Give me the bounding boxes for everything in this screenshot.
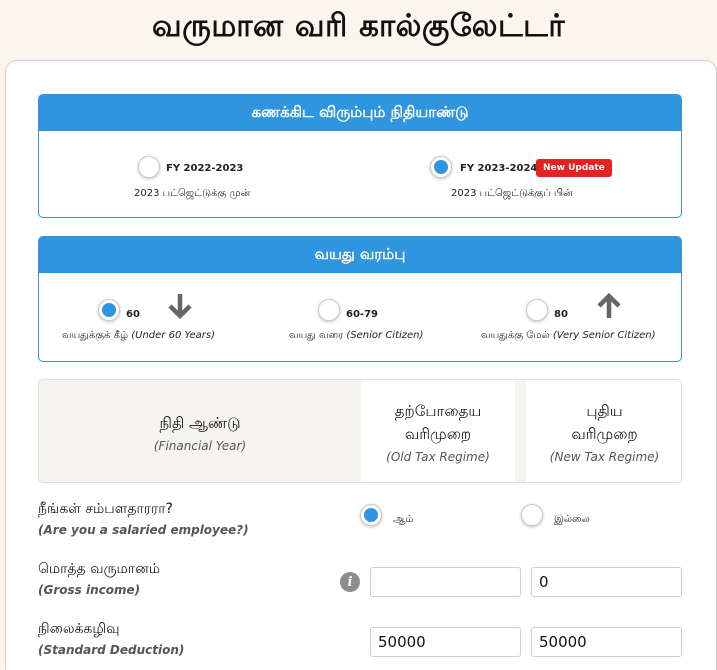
salaried-no-label: இல்லை <box>554 514 590 525</box>
page-title: வருமான வரி கால்குலேட்டர் <box>151 8 566 44</box>
old-regime-title-line1: தற்போதைய <box>394 402 482 420</box>
old-regime-title-line2: வரிமுறை <box>404 425 472 443</box>
age-under-60-sub: வயதுக்குக் கீழ் (Under 60 Years) <box>62 330 216 341</box>
new-regime-column: புதிய வரிமுறை (New Tax Regime) <box>526 380 681 482</box>
age-80-radio[interactable] <box>526 299 548 321</box>
age-under-60-label: 60 <box>126 309 140 320</box>
salaried-yes-radio[interactable] <box>360 504 382 526</box>
standard-deduction-label: நிலைக்கழிவு (Standard Deduction) <box>38 621 185 657</box>
financial-year-subtitle: (Financial Year) <box>153 438 247 453</box>
arrow-down-icon <box>168 294 192 320</box>
standard-deduction-new-input[interactable]: 50000 <box>531 627 682 657</box>
fy-2022-label: FY 2022-2023 <box>166 163 244 174</box>
old-regime-subtitle: (Old Tax Regime) <box>386 450 490 464</box>
age-80-label: 80 <box>554 309 568 320</box>
gross-income-old-input[interactable] <box>370 567 521 597</box>
financial-year-column: நிதி ஆண்டு (Financial Year) <box>39 380 361 482</box>
new-regime-title-line1: புதிய <box>586 402 623 420</box>
age-panel: வயது வரம்பு 60 வயதுக்குக் கீழ் (Under 60… <box>38 236 682 362</box>
salaried-yes-label: ஆம் <box>393 514 414 525</box>
info-icon[interactable]: i <box>340 572 360 592</box>
gross-income-new-input[interactable]: 0 <box>531 567 682 597</box>
regime-table-header: நிதி ஆண்டு (Financial Year) தற்போதைய வரி… <box>38 379 682 483</box>
age-60-79-sub: வயது வரை (Senior Citizen) <box>289 330 424 341</box>
salaried-label: நீங்கள் சம்பளதாரரா? (Are you a salaried … <box>38 501 249 537</box>
fy-2023-label: FY 2023-2024 <box>460 163 538 174</box>
gross-income-label: மொத்த வருமானம் (Gross income) <box>38 561 160 597</box>
old-regime-column: தற்போதைய வரிமுறை (Old Tax Regime) <box>361 380 515 482</box>
fy-2022-sub: 2023 பட்ஜெட்டுக்கு முன் <box>134 188 251 199</box>
financial-year-title: நிதி ஆண்டு <box>159 413 241 432</box>
age-panel-heading: வயது வரம்பு <box>39 237 681 273</box>
fy-panel: கணக்கிட விரும்பும் நிதியாண்டு FY 2022-20… <box>38 94 682 218</box>
fy-panel-heading: கணக்கிட விரும்பும் நிதியாண்டு <box>39 95 681 131</box>
arrow-up-icon <box>597 292 621 318</box>
age-80-sub: வயதுக்கு மேல் (Very Senior Citizen) <box>481 330 656 341</box>
fy-2023-sub: 2023 பட்ஜெட்டுக்குப் பின் <box>451 188 573 199</box>
fy-2023-radio[interactable] <box>430 156 452 178</box>
new-update-badge: New Update <box>536 159 612 177</box>
new-regime-title-line2: வரிமுறை <box>571 425 638 443</box>
fy-2022-radio[interactable] <box>138 156 160 178</box>
new-regime-subtitle: (New Tax Regime) <box>549 450 660 464</box>
standard-deduction-old-input[interactable]: 50000 <box>370 627 521 657</box>
salaried-no-radio[interactable] <box>521 504 543 526</box>
age-under-60-radio[interactable] <box>98 299 120 321</box>
age-60-79-label: 60-79 <box>346 309 378 320</box>
age-60-79-radio[interactable] <box>318 299 340 321</box>
